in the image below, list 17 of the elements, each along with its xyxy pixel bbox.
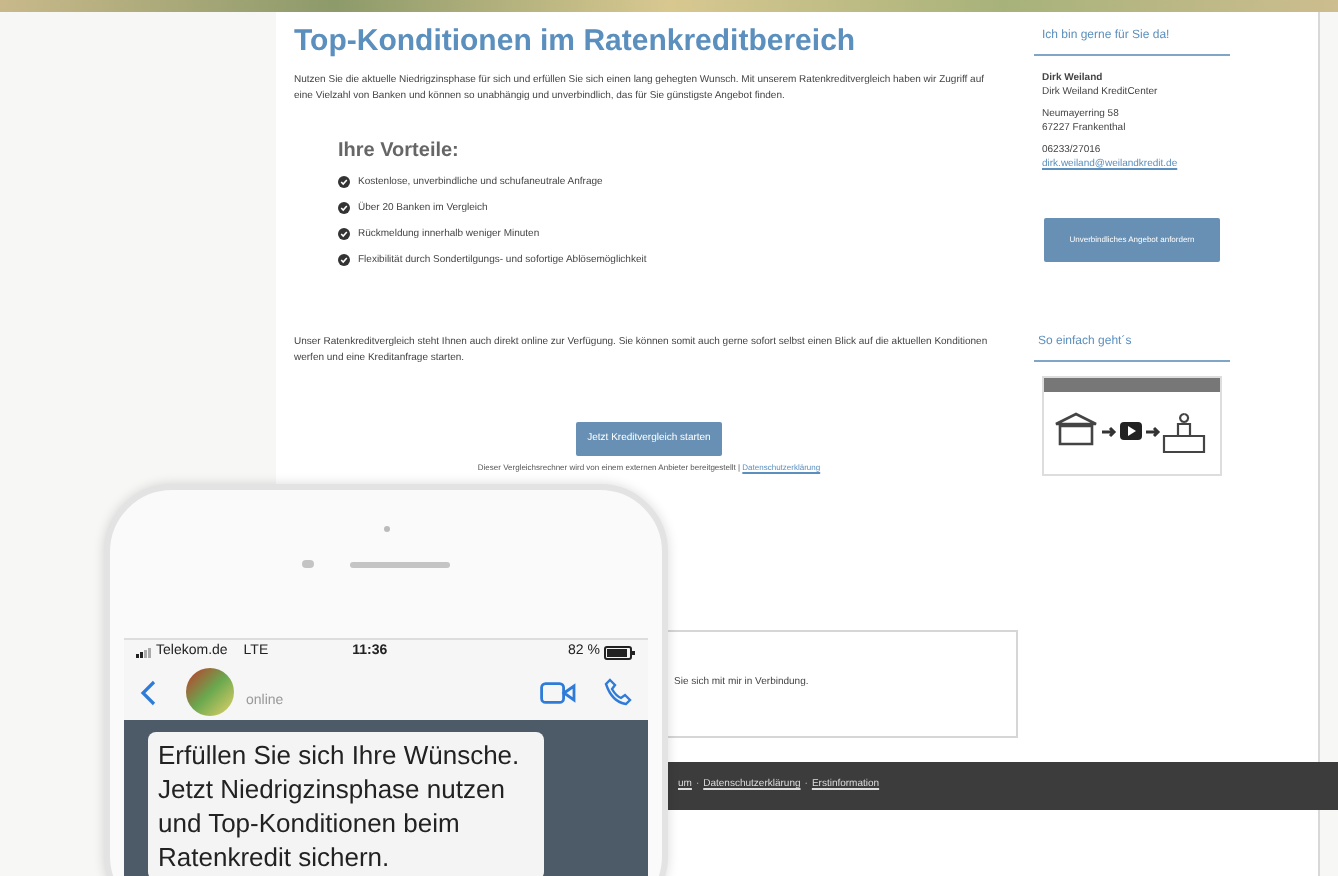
video-camera-icon[interactable]	[540, 681, 576, 703]
check-circle-icon	[338, 176, 350, 189]
camera-icon	[302, 560, 314, 568]
battery-icon	[604, 645, 636, 659]
message-text: Erfüllen Sie sich Ihre Wünsche. Jetzt Niedrigzinsphase nutzen und Top-Konditionen beim Ratenkredit sichern.	[158, 738, 522, 874]
back-chevron-icon[interactable]	[140, 679, 156, 705]
speaker-slot-icon	[350, 561, 450, 567]
signal-icon	[136, 647, 152, 657]
check-circle-icon	[338, 202, 350, 215]
contact-avatar	[186, 668, 234, 716]
phone-icon[interactable]	[604, 678, 632, 706]
phone-sensor-icon	[383, 526, 389, 532]
video-thumbnail[interactable]	[1042, 376, 1222, 476]
page-title: Top-Konditionen im Ratenkreditbereich	[294, 24, 858, 62]
benefits-heading: Ihre Vorteile:	[338, 137, 461, 166]
check-circle-icon	[338, 228, 350, 241]
check-circle-icon	[338, 254, 350, 267]
